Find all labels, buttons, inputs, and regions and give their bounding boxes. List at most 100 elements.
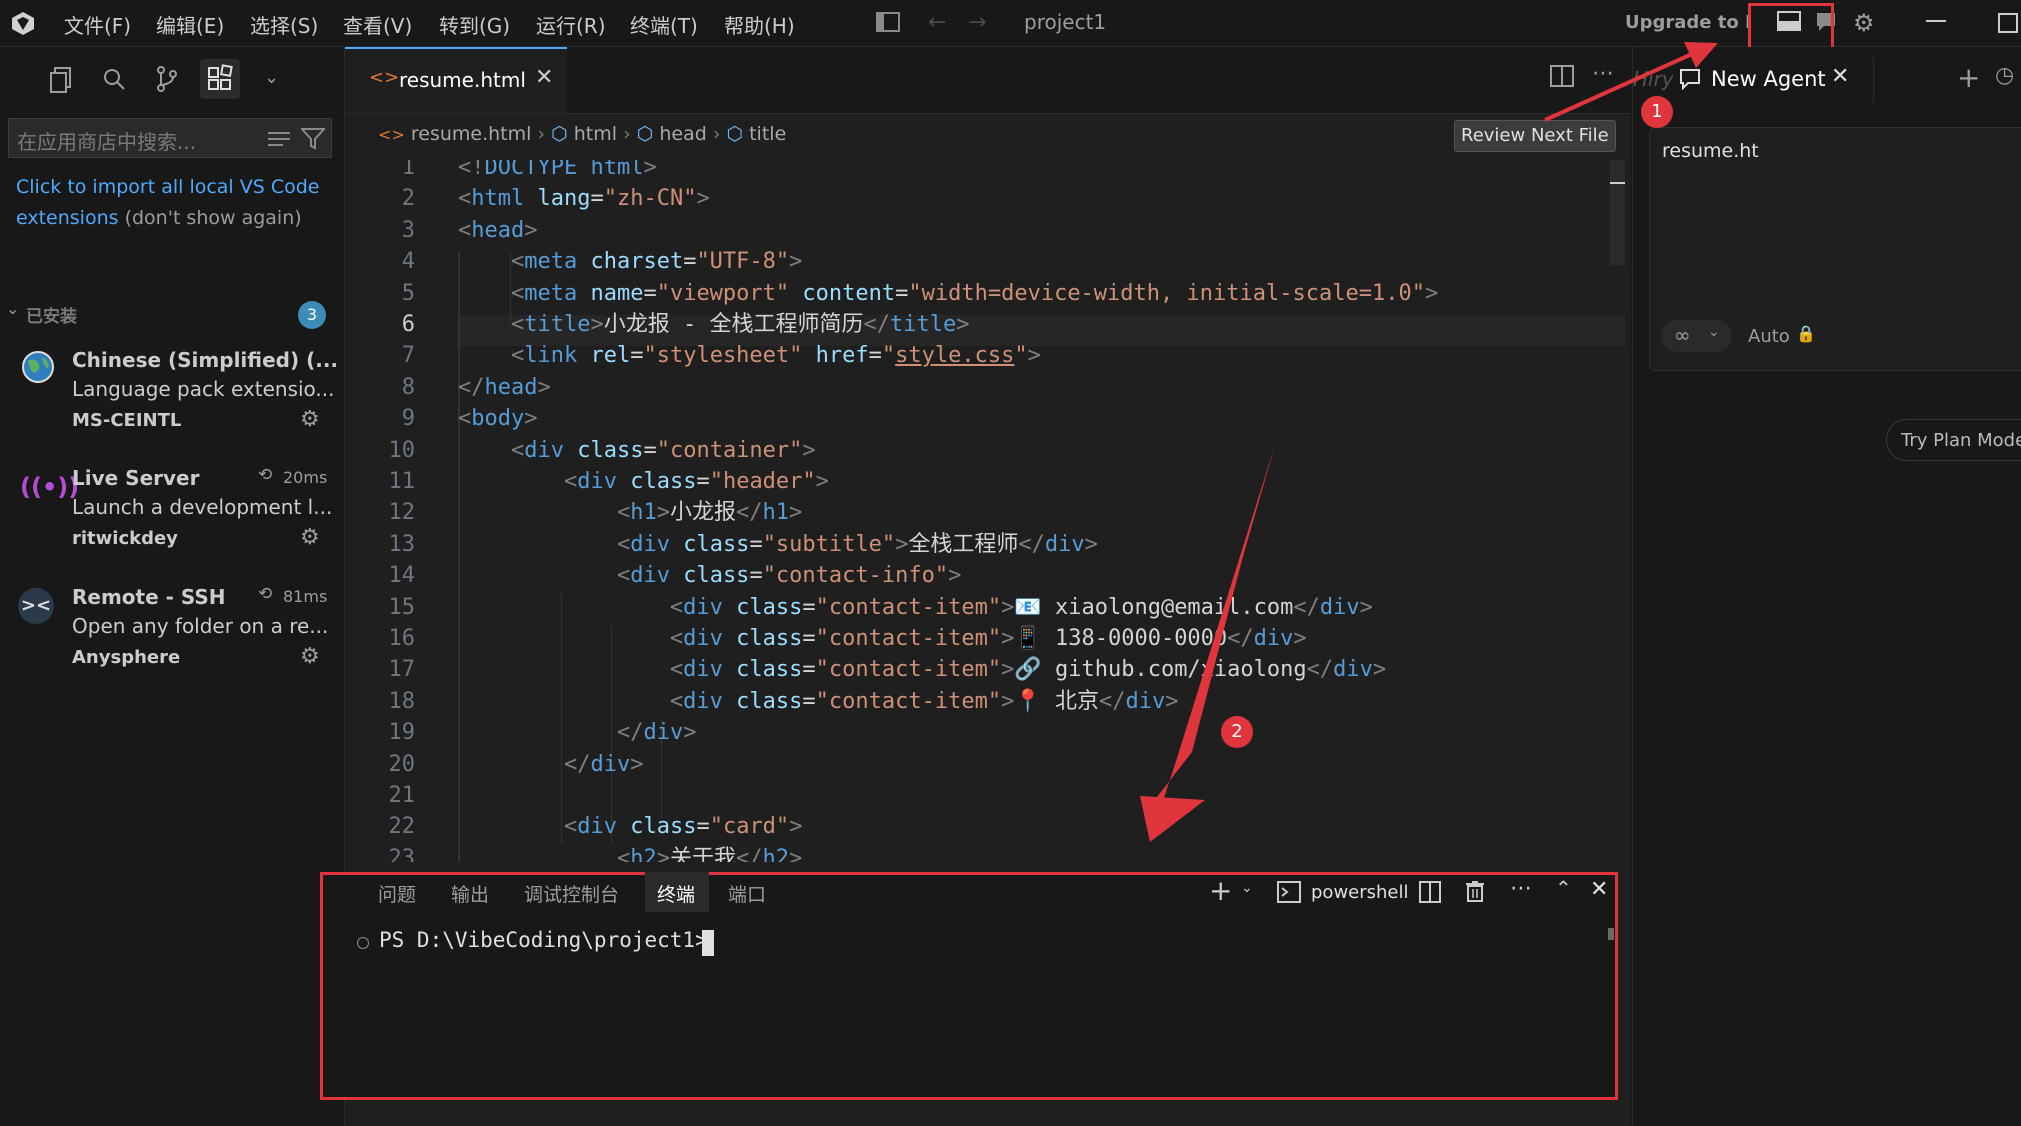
breadcrumb-html[interactable]: html [574,123,617,145]
explorer-icon[interactable] [50,67,72,93]
more-actions-icon[interactable]: ⋯ [1510,876,1532,901]
infinity-mode-toggle[interactable]: ∞ ⌄ [1662,320,1732,352]
tab-close-icon[interactable]: ✕ [535,65,553,90]
tab-close-icon[interactable]: ✕ [1831,64,1849,89]
terminal-dropdown-chevron-icon[interactable]: ⌄ [1241,880,1253,896]
toggle-sidebar-icon[interactable] [876,12,900,32]
review-next-file-tooltip[interactable]: Review Next File [1454,120,1616,152]
tab-problems[interactable]: 问题 [378,880,416,907]
menu-go[interactable]: 转到(G) [439,10,510,39]
code-line[interactable]: <div class="header"> [458,466,829,497]
split-editor-icon[interactable] [1550,65,1574,87]
manage-gear-icon[interactable]: ⚙ [300,525,320,550]
code-area[interactable]: 1 <!DOCTYPE html> 2 <html lang="zh-CN"> 3 <he… [345,160,1625,862]
dont-show-again-link[interactable]: (don't show again) [125,207,302,229]
tab-debug-console[interactable]: 调试控制台 [524,880,619,907]
code-line[interactable]: <html lang="zh-CN"> [458,183,710,214]
source-control-icon[interactable] [156,66,178,92]
model-mode-label[interactable]: Auto [1748,326,1790,347]
more-actions-icon[interactable]: ⋯ [1592,61,1614,86]
code-line[interactable]: <div class="contact-item">📍 北京</div> [458,686,1179,717]
manage-gear-icon[interactable]: ⚙ [300,407,320,432]
new-chat-plus-icon[interactable]: + [1957,61,1980,94]
extension-search-input[interactable]: 在应用商店中搜索... [17,126,196,155]
line-number: 5 [401,280,415,306]
agent-input-text[interactable]: resume.ht [1662,140,1759,162]
code-line[interactable]: <meta charset="UTF-8"> [458,246,802,277]
minimize-icon[interactable] [1926,20,1946,22]
code-line[interactable]: </div> [458,717,697,748]
code-line[interactable]: <div class="contact-item">🔗 github.com/x… [458,654,1386,685]
history-clock-icon[interactable]: ◷ [1995,63,2014,88]
menu-terminal[interactable]: 终端(T) [630,10,698,39]
menu-run[interactable]: 运行(R) [536,10,606,39]
tab-terminal-active[interactable]: 终端 [645,872,709,912]
history-icon: ⟲ [258,465,273,485]
code-line[interactable]: <meta name="viewport" content="width=dev… [458,278,1438,309]
filter-icon[interactable] [301,128,325,150]
settings-gear-icon[interactable]: ⚙ [1853,9,1875,37]
breadcrumb-file[interactable]: resume.html [411,123,532,145]
maximize-icon[interactable] [1998,13,2018,33]
upgrade-link[interactable]: Upgrade to Pro [1625,12,1749,33]
code-line[interactable]: <div class="contact-item">📧 xiaolong@ema… [458,592,1373,623]
breadcrumb-title[interactable]: title [749,123,786,145]
extension-description: Open any folder on a re... [72,614,329,638]
line-number: 9 [401,406,415,432]
clear-filter-icon[interactable] [267,130,291,148]
close-panel-icon[interactable]: ✕ [1590,877,1608,902]
try-plan-mode-button[interactable]: Try Plan Mode [1886,419,2021,461]
chevron-down-icon[interactable]: ⌄ [264,67,279,88]
tab-resume-html[interactable]: <> resume.html ✕ [345,47,567,113]
code-line[interactable]: <div class="container"> [458,435,816,466]
forward-arrow-icon[interactable]: → [968,10,986,35]
new-terminal-plus-icon[interactable]: + [1209,874,1232,907]
extensions-activity-icon[interactable] [200,59,240,99]
code-line[interactable]: <div class="contact-info"> [458,560,961,591]
code-line[interactable]: </div> [458,749,644,780]
menu-file[interactable]: 文件(F) [64,10,131,39]
tab-terminal-label: 终端 [657,884,696,906]
menu-selection[interactable]: 选择(S) [250,10,318,39]
tab-output[interactable]: 输出 [451,880,489,907]
terminal-panel[interactable] [320,872,1618,1100]
code-line[interactable]: <link rel="stylesheet" href="style.css"> [458,340,1041,371]
code-line[interactable]: <body> [458,403,537,434]
code-line[interactable]: <h1>小龙报</h1> [458,497,802,528]
installed-section-header[interactable]: ⌄ 已安装 3 [0,296,344,330]
menu-edit[interactable]: 编辑(E) [156,10,224,39]
code-line[interactable]: <title>小龙报 - 全栈工程师简历</title> [458,309,969,340]
code-line[interactable]: <!DOCTYPE html> [458,160,657,183]
scrollbar-thumb[interactable] [1610,160,1625,265]
installed-count-badge: 3 [298,301,326,329]
extension-item-remote-ssh[interactable]: >< Remote - SSH ⟲ 81ms Open any folder o… [0,574,344,684]
terminal-status-circle-icon [357,937,369,949]
code-line[interactable]: <div class="contact-item">📱 138-0000-000… [458,623,1307,654]
tab-new-agent[interactable]: New Agent ✕ [1675,47,1855,113]
code-line[interactable]: <head> [458,215,537,246]
breadcrumb-head[interactable]: head [659,123,706,145]
split-terminal-icon[interactable] [1419,881,1441,903]
import-vscode-link[interactable]: Click to import all local VS Code extens… [16,172,326,234]
terminal-scrollbar[interactable] [1608,928,1614,940]
extension-item-live-server[interactable]: ((•)) Live Server ⟲ 20ms Launch a develo… [0,455,344,565]
menu-view[interactable]: 查看(V) [343,10,412,39]
agent-panel: Hiry New Agent ✕ + ◷ resume.ht ∞ ⌄ Auto … [1632,47,2021,1126]
tab-ports[interactable]: 端口 [728,880,766,907]
search-icon[interactable] [102,67,126,91]
maximize-panel-chevron-icon[interactable]: ⌃ [1555,876,1572,900]
code-line[interactable]: <div class="subtitle">全栈工程师</div> [458,529,1098,560]
extension-search-box[interactable]: 在应用商店中搜索... [8,118,332,158]
trash-icon[interactable] [1465,880,1485,902]
lock-icon: 🔒 [1796,324,1816,343]
code-line[interactable]: </head> [458,372,551,403]
code-line[interactable]: <h2>关于我</h2> [458,843,802,862]
extension-item-chinese[interactable]: Chinese (Simplified) (... Language pack … [0,337,344,447]
back-arrow-icon[interactable]: ← [928,10,946,35]
code-line[interactable]: <div class="card"> [458,811,802,842]
extension-title: Remote - SSH [72,585,226,609]
agent-input-box[interactable]: resume.ht ∞ ⌄ Auto 🔒 [1649,127,2021,371]
terminal-shell-name[interactable]: powershell [1311,882,1409,903]
manage-gear-icon[interactable]: ⚙ [300,644,320,669]
menu-help[interactable]: 帮助(H) [724,10,795,39]
